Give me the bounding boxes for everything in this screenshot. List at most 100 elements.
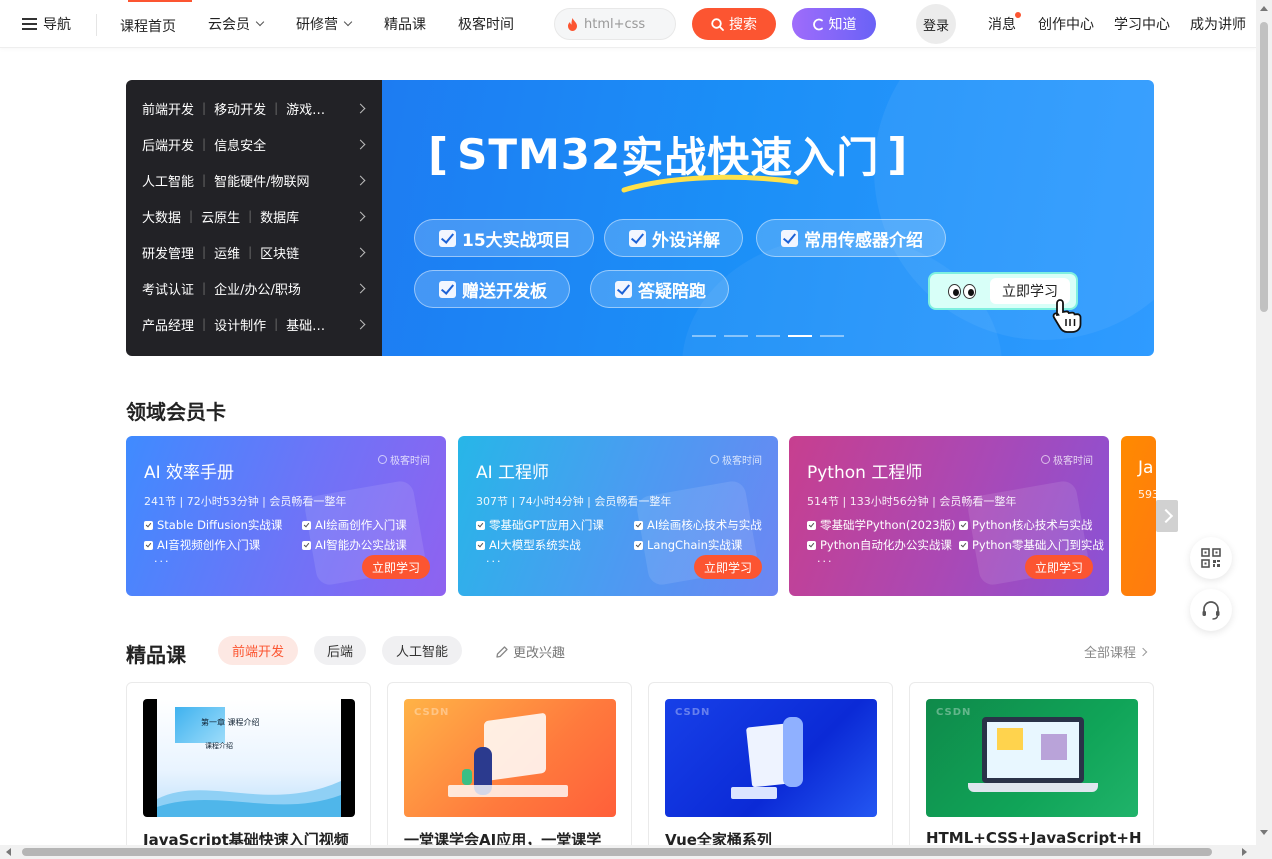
feature-label: 零基础学Python(2023版)	[820, 518, 956, 532]
learning-center-link[interactable]: 学习中心	[1114, 14, 1170, 34]
category-row[interactable]: 大数据 | 云原生 | 数据库	[126, 198, 382, 234]
nav-link-premium-course[interactable]: 精品课	[384, 14, 426, 34]
category-link[interactable]: 企业/办公/职场	[214, 279, 301, 298]
scroll-down-arrow-icon[interactable]	[1260, 830, 1268, 835]
vertical-scrollbar[interactable]	[1256, 0, 1272, 845]
category-row[interactable]: 考试认证 | 企业/办公/职场	[126, 270, 382, 306]
checkbox-icon	[615, 280, 632, 298]
chip-frontend[interactable]: 前端开发	[218, 636, 298, 665]
feature-pill: 答疑陪跑	[590, 270, 729, 308]
checkbox-icon	[629, 229, 646, 247]
horizontal-scroll-thumb[interactable]	[22, 848, 1212, 856]
qrcode-button[interactable]	[1190, 537, 1232, 579]
scroll-right-arrow-icon[interactable]	[1242, 848, 1247, 856]
creator-center-label: 创作中心	[1038, 17, 1094, 33]
customer-service-button[interactable]	[1190, 589, 1232, 631]
category-link[interactable]: 研发管理	[142, 243, 194, 262]
feature-label: 常用传感器介绍	[804, 230, 923, 251]
search-input[interactable]	[584, 16, 664, 32]
member-card[interactable]: 极客时间 AI 效率手册 241节 | 72小时53分钟 | 会员畅看一整年 S…	[126, 436, 446, 596]
feature-pill: 外设详解	[604, 219, 743, 257]
card-learn-now-button[interactable]: 立即学习	[362, 555, 430, 579]
chevron-right-icon	[355, 247, 366, 258]
category-link[interactable]: 移动开发	[214, 99, 266, 118]
category-link[interactable]: 人工智能	[142, 171, 194, 190]
member-card-partial[interactable]: Ja 593	[1121, 436, 1156, 596]
category-link[interactable]: 运维	[214, 243, 240, 262]
hero-banner[interactable]: [ STM32 实战快速入门 ] 15大实战项目 外设详解 常用传感器介绍 赠送…	[382, 80, 1154, 356]
category-link[interactable]: 前端开发	[142, 99, 194, 118]
search-box[interactable]	[554, 8, 676, 40]
vertical-scroll-thumb[interactable]	[1260, 22, 1268, 312]
active-indicator	[128, 0, 192, 2]
feature-pill: 15大实战项目	[414, 219, 594, 257]
category-row[interactable]: 后端开发 | 信息安全	[126, 126, 382, 162]
creator-center-link[interactable]: 创作中心	[1038, 14, 1094, 34]
category-row[interactable]: 人工智能 | 智能硬件/物联网	[126, 162, 382, 198]
hand-cursor-icon	[1052, 299, 1082, 333]
chip-backend[interactable]: 后端	[314, 636, 366, 665]
category-link[interactable]: 后端开发	[142, 135, 194, 154]
bracket-left-icon: [	[428, 129, 450, 180]
horizontal-scrollbar[interactable]	[0, 845, 1272, 859]
checkbox-icon	[807, 520, 816, 530]
scroll-left-arrow-icon[interactable]	[6, 848, 11, 856]
category-link[interactable]: 区块链	[260, 243, 299, 262]
category-link[interactable]: 数据库	[260, 207, 299, 226]
become-lecturer-link[interactable]: 成为讲师	[1190, 14, 1246, 34]
nav-toggle-button[interactable]: 导航	[22, 14, 71, 34]
carousel-dot[interactable]	[724, 335, 748, 337]
all-courses-label: 全部课程	[1084, 646, 1137, 661]
login-label: 登录	[922, 18, 949, 34]
card-learn-now-button[interactable]: 立即学习	[1025, 555, 1093, 579]
carousel-dot[interactable]	[692, 335, 716, 337]
pencil-icon	[496, 645, 508, 658]
category-link[interactable]: 智能硬件/物联网	[214, 171, 309, 190]
course-card[interactable]: CSDN HTML+CSS+JavaScript+H5	[909, 682, 1154, 858]
edit-interest-link[interactable]: 更改兴趣	[495, 642, 565, 661]
category-row[interactable]: 产品经理 | 设计制作 | 基础…	[126, 306, 382, 342]
nav-link-training-camp[interactable]: 研修营	[296, 14, 353, 34]
search-button[interactable]: 搜索	[692, 8, 776, 40]
course-card[interactable]: 第一章 课程介绍 课程介绍 JavaScript基础快速入门视频	[126, 682, 371, 858]
membership-section-title: 领域会员卡	[126, 400, 226, 424]
zhidao-button[interactable]: 知道	[792, 8, 876, 40]
course-card[interactable]: CSDN Vue全家桶系列	[648, 682, 893, 858]
category-link[interactable]: 云原生	[201, 207, 240, 226]
category-row[interactable]: 研发管理 | 运维 | 区块链	[126, 234, 382, 270]
carousel-dot[interactable]	[820, 335, 844, 337]
category-link[interactable]: 大数据	[142, 207, 181, 226]
chevron-right-icon	[355, 283, 366, 294]
nav-link-label: 课程首页	[120, 19, 176, 35]
csdn-watermark: CSDN	[414, 707, 450, 718]
category-link[interactable]: 基础…	[286, 315, 325, 334]
course-card[interactable]: CSDN 一堂课学会AI应用，一堂课学	[387, 682, 632, 858]
nav-link-cloud-member[interactable]: 云会员	[208, 14, 265, 34]
category-link[interactable]: 产品经理	[142, 315, 194, 334]
member-card[interactable]: 极客时间 AI 工程师 307节 | 74小时4分钟 | 会员畅看一整年 零基础…	[458, 436, 778, 596]
feature-label: 15大实战项目	[462, 230, 571, 251]
nav-link-course-home[interactable]: 课程首页	[120, 16, 176, 36]
carousel-dot[interactable]	[756, 335, 780, 337]
category-link[interactable]: 信息安全	[214, 135, 266, 154]
login-button[interactable]: 登录	[916, 4, 956, 44]
member-card[interactable]: 极客时间 Python 工程师 514节 | 133小时56分钟 | 会员畅看一…	[789, 436, 1109, 596]
illustration-laptop-screen	[982, 717, 1084, 783]
scroll-up-arrow-icon[interactable]	[1260, 6, 1268, 11]
feature-item: 零基础GPT应用入门课	[476, 517, 634, 533]
chip-ai[interactable]: 人工智能	[382, 636, 462, 665]
category-link[interactable]: 游戏…	[286, 99, 325, 118]
search-button-label: 搜索	[729, 17, 757, 33]
category-row[interactable]: 前端开发 | 移动开发 | 游戏…	[126, 90, 382, 126]
feature-item: 零基础学Python(2023版)	[807, 517, 959, 533]
carousel-next-button[interactable]	[1156, 500, 1178, 532]
chevron-right-icon	[1138, 647, 1148, 656]
carousel-dot-active[interactable]	[788, 335, 812, 337]
nav-link-geek-time[interactable]: 极客时间	[458, 14, 514, 34]
learning-center-label: 学习中心	[1114, 17, 1170, 33]
messages-link[interactable]: 消息	[988, 14, 1016, 34]
category-link[interactable]: 设计制作	[214, 315, 266, 334]
category-link[interactable]: 考试认证	[142, 279, 194, 298]
card-learn-now-button[interactable]: 立即学习	[694, 555, 762, 579]
all-courses-link[interactable]: 全部课程	[1084, 642, 1148, 661]
